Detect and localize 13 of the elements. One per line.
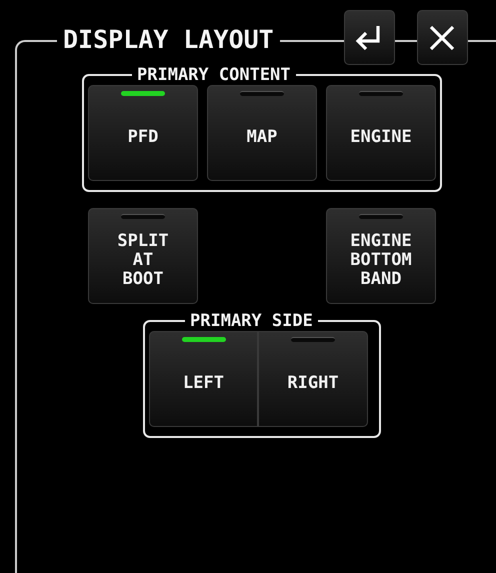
option-button[interactable]: SPLIT AT BOOT — [88, 208, 198, 304]
enter-button[interactable] — [344, 10, 395, 65]
dialog-title: DISPLAY LAYOUT — [62, 26, 275, 54]
content-button[interactable]: ENGINE — [326, 85, 436, 181]
content-button[interactable]: PFD — [88, 85, 198, 181]
group-title: PRIMARY CONTENT — [136, 65, 292, 85]
close-button[interactable] — [416, 10, 468, 65]
group-title: PRIMARY SIDE — [189, 311, 314, 331]
close-icon — [428, 24, 456, 52]
content-button[interactable]: MAP — [207, 85, 317, 181]
side-button[interactable]: RIGHT — [258, 331, 368, 427]
option-button[interactable]: ENGINE BOTTOM BAND — [326, 208, 436, 304]
side-button[interactable]: LEFT — [149, 331, 258, 427]
